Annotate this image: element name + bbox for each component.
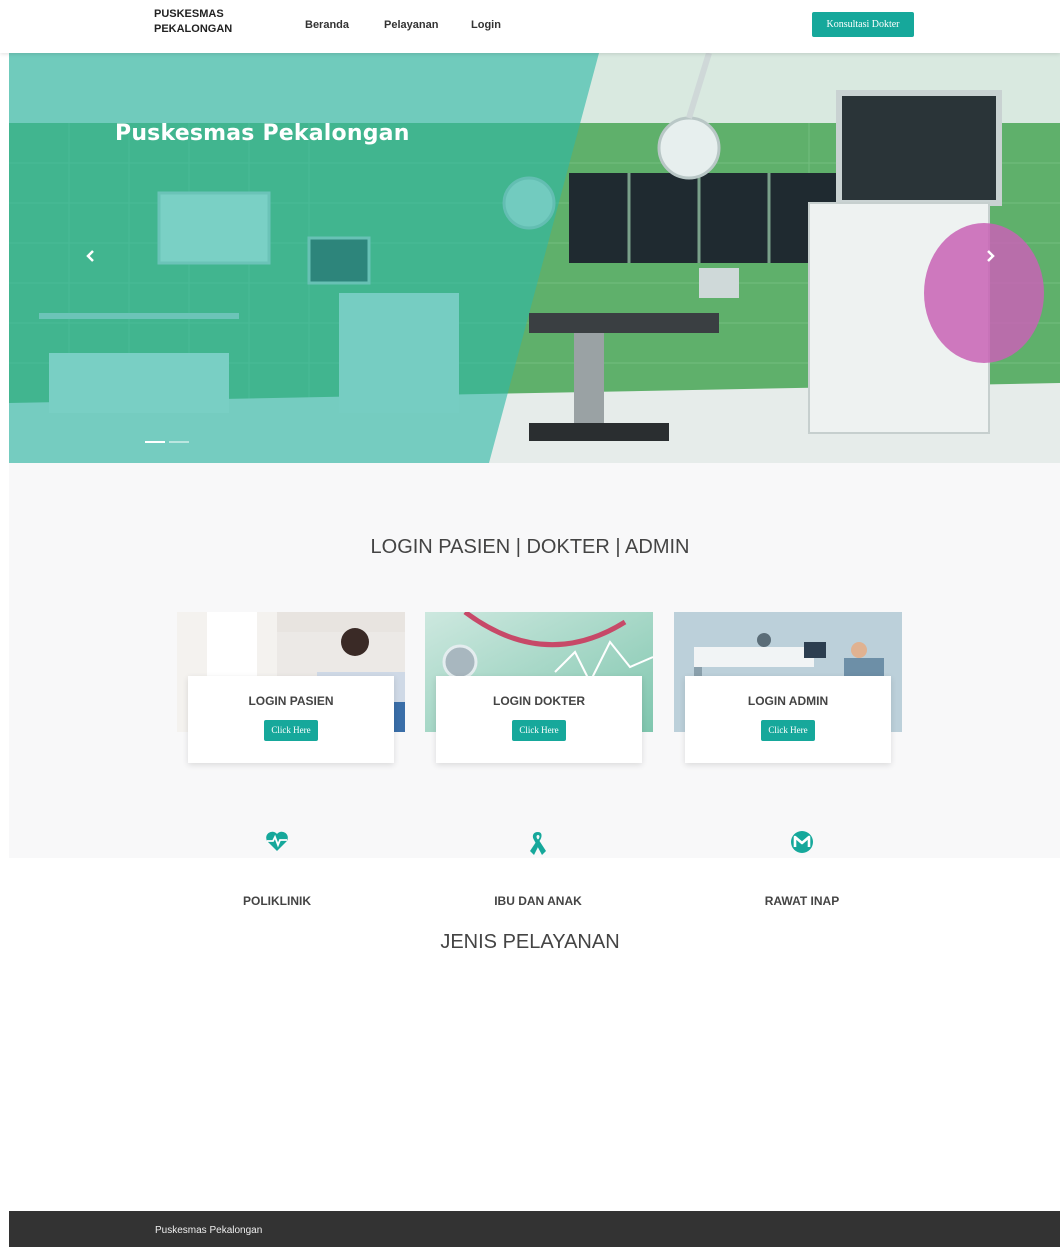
service-ibu-dan-anak-label: IBU DAN ANAK	[494, 894, 582, 908]
monero-icon	[722, 830, 882, 860]
navbar: PUSKESMAS PEKALONGAN Beranda Pelayanan L…	[0, 0, 1060, 53]
service-poliklinik-label: POLIKLINIK	[243, 894, 311, 908]
nav-beranda[interactable]: Beranda	[305, 19, 349, 31]
carousel-indicators	[145, 441, 189, 443]
chevron-left-icon	[86, 250, 94, 262]
login-pasien-button[interactable]: Click Here	[264, 720, 318, 741]
login-admin-title: LOGIN ADMIN	[747, 694, 829, 708]
login-dokter-title: LOGIN DOKTER	[493, 694, 585, 708]
login-admin-card: LOGIN ADMIN Click Here	[674, 612, 902, 764]
login-dokter-card: LOGIN DOKTER Click Here	[425, 612, 653, 764]
login-admin-box: LOGIN ADMIN Click Here	[685, 676, 891, 763]
heartbeat-icon	[197, 830, 357, 860]
login-admin-button[interactable]: Click Here	[761, 720, 815, 741]
hero-teal-overlay	[9, 53, 599, 463]
hero-carousel: Puskesmas Pekalongan	[9, 53, 1060, 463]
ribbon-icon	[458, 830, 618, 860]
carousel-next-arrow[interactable]	[984, 246, 998, 266]
footer-text: Puskesmas Pekalongan	[155, 1225, 263, 1236]
service-rawat-inap-label: RAWAT INAP	[764, 894, 840, 908]
hero-title: Puskesmas Pekalongan	[115, 121, 410, 146]
login-pasien-card: LOGIN PASIEN Click Here	[177, 612, 405, 764]
brand-logo[interactable]: PUSKESMAS PEKALONGAN	[154, 7, 244, 37]
carousel-indicator-2[interactable]	[169, 441, 189, 443]
footer: Puskesmas Pekalongan	[9, 1211, 1060, 1247]
carousel-indicator-1[interactable]	[145, 441, 165, 443]
login-dokter-button[interactable]: Click Here	[512, 720, 566, 741]
login-pasien-box: LOGIN PASIEN Click Here	[188, 676, 394, 763]
login-pasien-title: LOGIN PASIEN	[248, 694, 334, 708]
services-section-title: JENIS PELAYANAN	[440, 931, 620, 953]
chevron-right-icon	[987, 250, 995, 262]
nav-login[interactable]: Login	[471, 19, 501, 31]
konsultasi-dokter-button[interactable]: Konsultasi Dokter	[812, 12, 914, 37]
carousel-prev-arrow[interactable]	[83, 246, 97, 266]
login-section-title: LOGIN PASIEN | DOKTER | ADMIN	[370, 536, 690, 558]
login-dokter-box: LOGIN DOKTER Click Here	[436, 676, 642, 763]
nav-pelayanan[interactable]: Pelayanan	[384, 19, 438, 31]
